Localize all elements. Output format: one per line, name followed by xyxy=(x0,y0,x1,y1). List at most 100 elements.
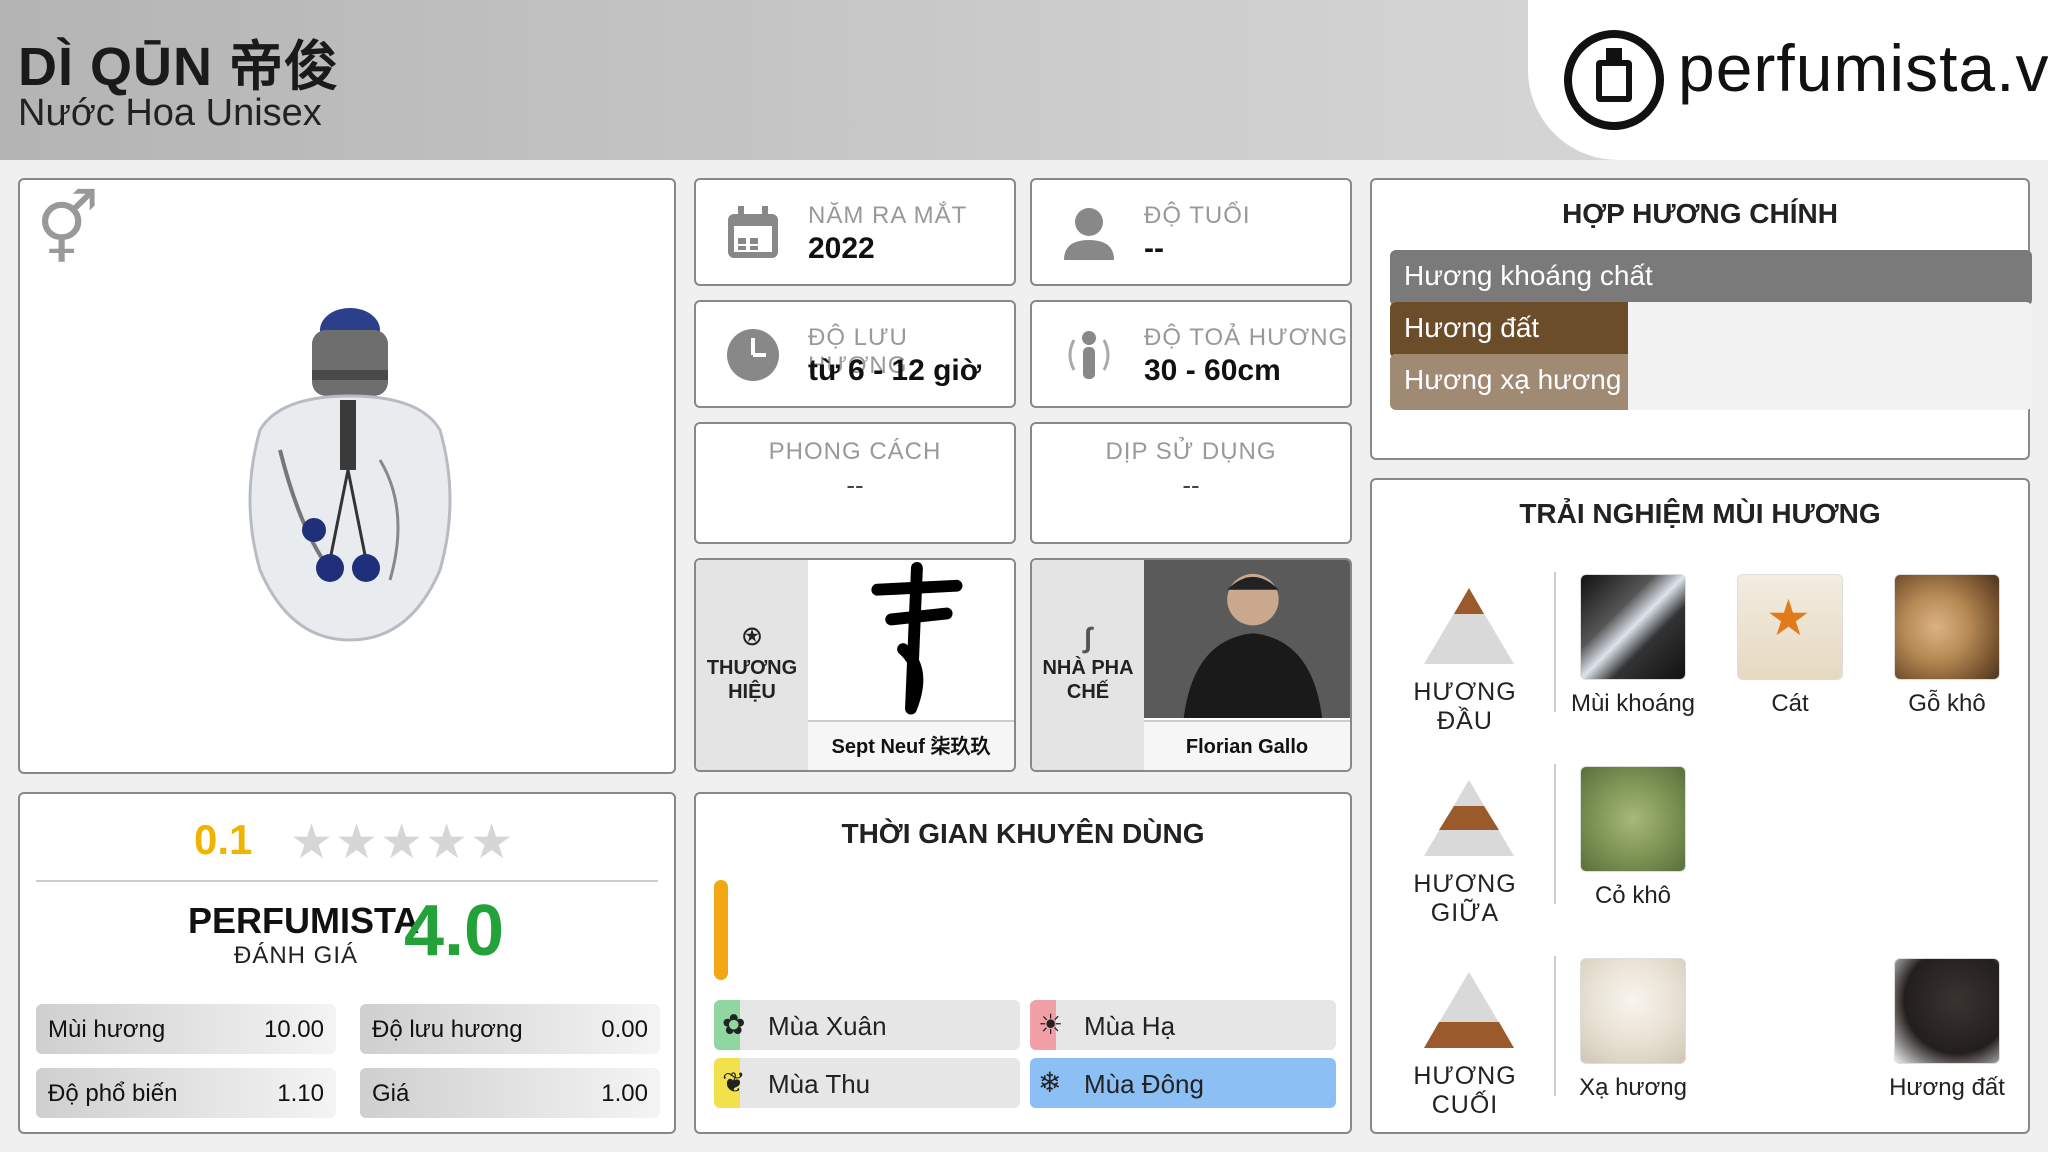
clock-icon xyxy=(727,329,779,381)
note-thumb-mineral[interactable] xyxy=(1580,574,1686,680)
season-label: Mùa Đông xyxy=(1084,1069,1204,1099)
brand-logo-image xyxy=(808,560,1014,719)
star-icon[interactable]: ★ xyxy=(380,816,425,869)
note-label-hay: Cỏ khô xyxy=(1594,882,1672,909)
base-notes-divider xyxy=(1554,956,1556,1096)
header: DÌ QŪN 帝俊 Nước Hoa Unisex perfumista.vn xyxy=(0,0,2048,160)
perfumer-label: NHÀ PHA xyxy=(1042,657,1134,679)
brand-card[interactable]: ⍟ THƯƠNG HIỆU Sept Neuf 柒玖玖 xyxy=(694,558,1016,772)
note-label-earth: Hương đất xyxy=(1889,1074,2005,1101)
snowflake-icon: ❄ xyxy=(1038,1067,1062,1098)
top-notes-label: HƯƠNG ĐẦU xyxy=(1413,678,1517,735)
occasion-card: DỊP SỬ DỤNG -- xyxy=(1030,422,1352,544)
rating-panel: 0.1 ★★★★★ PERFUMISTA ĐÁNH GIÁ 4.0 Mùi hư… xyxy=(18,792,676,1134)
age-label: ĐỘ TUỔI xyxy=(1144,202,1251,229)
brand-label: THƯƠNG xyxy=(706,657,798,679)
season-label: Mùa Hạ xyxy=(1084,1011,1176,1041)
metric-value: 1.00 xyxy=(601,1080,648,1107)
perfumer-label-line2: CHẾ xyxy=(1066,681,1110,703)
note-thumb-earth[interactable] xyxy=(1894,958,2000,1064)
perfumer-card[interactable]: ∫ NHÀ PHA CHẾ Florian Gallo xyxy=(1030,558,1352,772)
middle-notes-divider xyxy=(1554,764,1556,904)
release-year-label: NĂM RA MẮT xyxy=(808,202,968,229)
occasion-label: DỊP SỬ DỤNG xyxy=(1105,438,1277,465)
star-icon[interactable]: ★ xyxy=(335,816,380,869)
rating-divider xyxy=(36,880,658,882)
accord-label: Hương đất xyxy=(1404,312,1540,343)
base-notes-pyramid-icon xyxy=(1424,972,1514,1048)
metric-popularity: Độ phổ biến 1.10 xyxy=(36,1068,336,1118)
metric-label: Độ lưu hương xyxy=(372,1016,523,1043)
longevity-value: từ 6 - 12 giờ xyxy=(808,354,982,387)
metric-price: Giá 1.00 xyxy=(360,1068,660,1118)
top-notes-divider xyxy=(1554,572,1556,712)
note-thumb-musk[interactable] xyxy=(1580,958,1686,1064)
user-score: 0.1 xyxy=(194,816,253,863)
sillage-card: ĐỘ TOẢ HƯƠNG 30 - 60cm xyxy=(1030,300,1352,408)
season-summer: ☀ Mùa Hạ xyxy=(1030,1000,1336,1050)
recommended-time-panel: THỜI GIAN KHUYÊN DÙNG ✿ Mùa Xuân ☀ Mùa H… xyxy=(694,792,1352,1134)
metric-value: 0.00 xyxy=(601,1016,648,1043)
middle-notes-pyramid-icon xyxy=(1424,780,1514,856)
occasion-value: -- xyxy=(1182,470,1200,500)
season-label: Mùa Xuân xyxy=(768,1011,887,1041)
accord-label: Hương khoáng chất xyxy=(1404,260,1653,291)
perfume-title: DÌ QŪN 帝俊 xyxy=(18,37,340,97)
notes-panel: TRẢI NGHIỆM MÙI HƯƠNG HƯƠNG ĐẦU Mùi khoá… xyxy=(1370,478,2030,1134)
age-card: ĐỘ TUỔI -- xyxy=(1030,178,1352,286)
starfish-icon: ★ xyxy=(1766,590,1811,646)
perfumer-label-area: ∫ NHÀ PHA CHẾ xyxy=(1032,560,1144,770)
accord-bar: Hương xạ hương xyxy=(1390,354,2032,410)
note-label-dry-wood: Gỗ khô xyxy=(1908,690,1986,717)
logo-text: perfumista.vn xyxy=(1678,31,2048,105)
note-thumb-sand[interactable]: ★ xyxy=(1737,574,1843,680)
nose-icon: ∫ xyxy=(1084,622,1092,653)
season-winter: ❄ Mùa Đông xyxy=(1030,1058,1336,1108)
perfume-subtitle: Nước Hoa Unisex xyxy=(18,92,322,134)
sillage-icon xyxy=(1068,331,1110,379)
main-accords-title: HỢP HƯƠNG CHÍNH xyxy=(1562,198,1838,229)
perfumer-photo xyxy=(1144,560,1350,719)
accord-label: Hương xạ hương xyxy=(1404,364,1622,395)
brand-label-line2: HIỆU xyxy=(728,681,776,703)
metric-label: Giá xyxy=(372,1080,410,1107)
product-image-panel: ⚥ xyxy=(18,178,676,774)
leaf-icon: ❦ xyxy=(722,1067,746,1098)
logo[interactable]: perfumista.vn xyxy=(1528,0,2048,160)
note-thumb-hay[interactable] xyxy=(1580,766,1686,872)
perfume-bottle-image xyxy=(248,308,452,642)
unisex-icon: ⚥ xyxy=(36,190,100,268)
notes-title: TRẢI NGHIỆM MÙI HƯƠNG xyxy=(1519,498,1881,529)
sillage-label: ĐỘ TOẢ HƯƠNG xyxy=(1144,324,1349,351)
top-notes-pyramid-icon xyxy=(1424,588,1514,664)
metric-longevity: Độ lưu hương 0.00 xyxy=(360,1004,660,1054)
metric-scent: Mùi hương 10.00 xyxy=(36,1004,336,1054)
metric-label: Độ phổ biến xyxy=(48,1080,178,1107)
note-thumb-dry-wood[interactable] xyxy=(1894,574,2000,680)
metric-value: 10.00 xyxy=(263,1016,324,1043)
star-rating[interactable]: ★★★★★ xyxy=(290,814,515,870)
recommended-time-title: THỜI GIAN KHUYÊN DÙNG xyxy=(841,818,1205,849)
style-label: PHONG CÁCH xyxy=(768,438,942,465)
star-icon[interactable]: ★ xyxy=(290,816,335,869)
person-icon xyxy=(1064,208,1114,260)
calendar-icon xyxy=(728,206,778,258)
metric-value: 1.10 xyxy=(277,1080,324,1107)
main-accords-panel: HỢP HƯƠNG CHÍNH Hương khoáng chất Hương đ… xyxy=(1370,178,2032,460)
middle-notes-label: HƯƠNG GIỮA xyxy=(1413,870,1517,927)
sun-icon: ☀ xyxy=(1038,1009,1064,1040)
style-card: PHONG CÁCH -- xyxy=(694,422,1016,544)
release-year-card: NĂM RA MẮT 2022 xyxy=(694,178,1016,286)
longevity-card: ĐỘ LƯU HƯƠNG từ 6 - 12 giờ xyxy=(694,300,1016,408)
sillage-value: 30 - 60cm xyxy=(1144,354,1281,387)
star-icon[interactable]: ★ xyxy=(470,816,515,869)
accord-bar: Hương khoáng chất xyxy=(1390,250,2032,306)
star-badge-icon: ⍟ xyxy=(743,621,761,654)
perfumista-title: PERFUMISTA xyxy=(188,900,420,941)
note-label-musk: Xạ hương xyxy=(1579,1074,1687,1101)
day-time-bar xyxy=(714,880,728,980)
star-icon[interactable]: ★ xyxy=(425,816,470,869)
age-value: -- xyxy=(1144,232,1164,265)
brand-name: Sept Neuf 柒玖玖 xyxy=(808,720,1014,770)
season-autumn: ❦ Mùa Thu xyxy=(714,1058,1020,1108)
